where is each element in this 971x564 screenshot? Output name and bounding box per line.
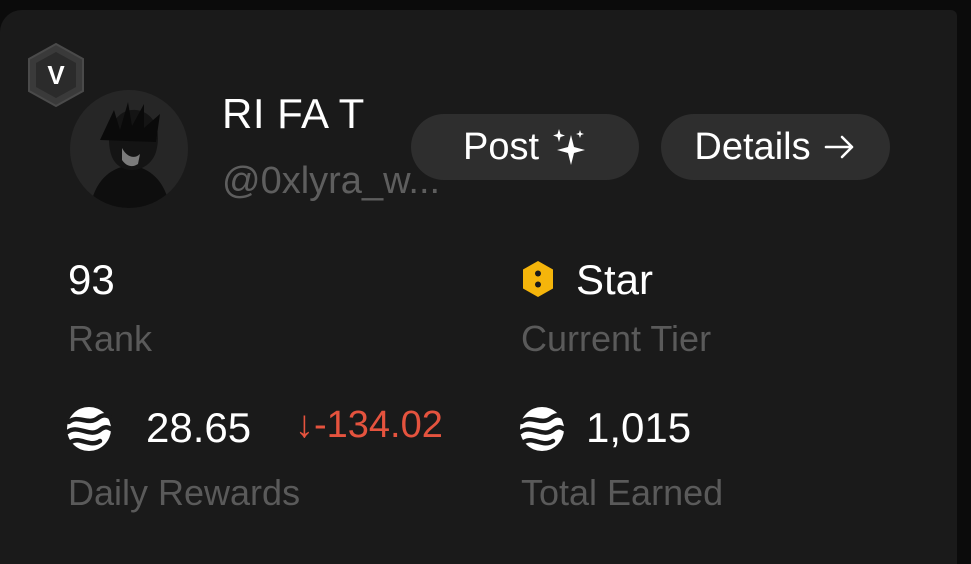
daily-rewards-value: 28.65 (146, 404, 252, 451)
arrow-right-icon (823, 133, 857, 161)
post-button-label: Post (462, 125, 540, 168)
details-button-label: Details (694, 125, 811, 168)
total-earned-label: Total Earned (521, 472, 724, 513)
sparkle-icon (551, 127, 587, 167)
avatar-image (70, 90, 188, 208)
daily-rewards-change: ↓-134.02 (295, 404, 443, 447)
window-edge (957, 0, 971, 564)
coin-icon (519, 406, 565, 452)
tier-value: Star (576, 256, 654, 303)
tier-label: Current Tier (521, 318, 712, 359)
tier-hexagon-icon (521, 260, 555, 298)
badge-letter: V (47, 60, 65, 90)
rank-value: 93 (68, 256, 115, 303)
daily-rewards-label: Daily Rewards (68, 472, 301, 513)
profile-card: V RI FA T @0xlyra_w... Post Details 93 R… (0, 10, 957, 564)
verified-badge: V (26, 42, 86, 108)
coin-icon (66, 406, 112, 452)
daily-rewards-change-value: -134.02 (314, 404, 443, 446)
post-button[interactable]: Post (411, 114, 639, 180)
total-earned-value: 1,015 (586, 404, 692, 451)
avatar[interactable] (70, 90, 188, 208)
rank-label: Rank (68, 318, 153, 359)
down-arrow-icon: ↓ (295, 404, 314, 446)
details-button[interactable]: Details (661, 114, 890, 180)
display-name: RI FA T (222, 90, 365, 137)
